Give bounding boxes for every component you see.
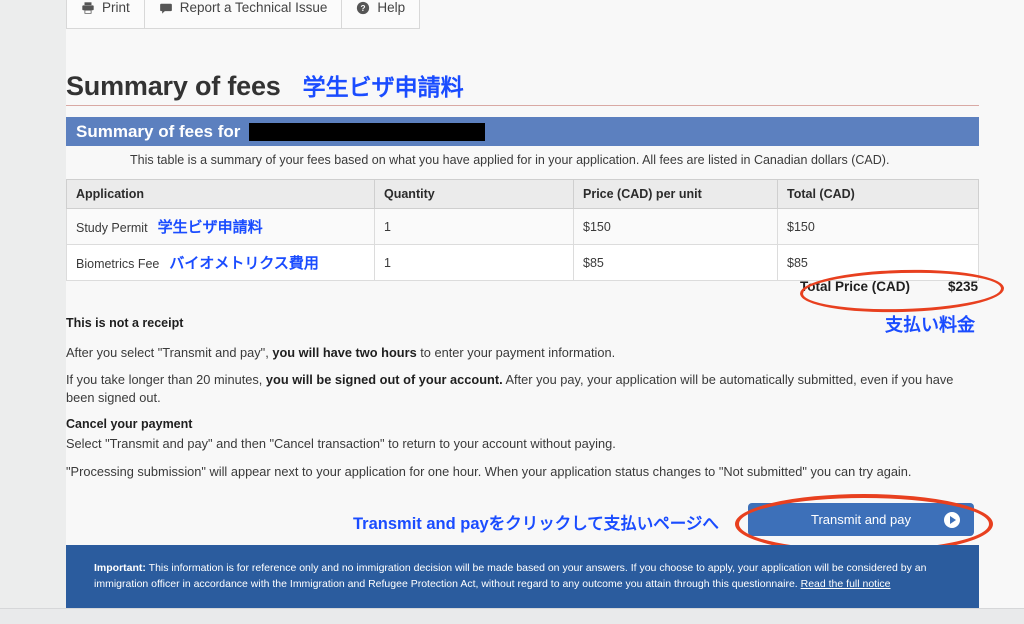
window-bottom-strip	[0, 608, 1024, 624]
cell-quantity: 1	[374, 244, 574, 281]
summary-band-title: Summary of fees for	[76, 121, 241, 141]
total-price-row: Total Price (CAD) $235	[800, 279, 978, 294]
page-title: Summary of fees	[66, 71, 281, 101]
processing-submission-text: "Processing submission" will appear next…	[66, 464, 912, 479]
transmit-and-pay-button-label: Transmit and pay	[811, 512, 911, 527]
two-hours-text-bold: you will have two hours	[272, 345, 417, 360]
application-annotation-jp: 学生ビザ申請料	[157, 219, 263, 236]
page-title-row: Summary of fees 学生ビザ申請料	[66, 68, 464, 102]
cell-price-per-unit: $85	[573, 244, 778, 281]
application-name: Study Permit	[76, 221, 148, 235]
cell-total: $150	[777, 208, 979, 245]
signed-out-text-pre: If you take longer than 20 minutes,	[66, 372, 266, 387]
fee-table-header-row: Application Quantity Price (CAD) per uni…	[66, 179, 979, 209]
important-notice-text: Important: This information is for refer…	[94, 560, 951, 592]
cancel-payment-text: Select "Transmit and pay" and then "Canc…	[66, 436, 616, 451]
play-circle-icon	[944, 511, 960, 528]
column-header-application: Application	[66, 179, 375, 209]
report-issue-button[interactable]: Report a Technical Issue	[144, 0, 343, 29]
cell-application: Biometrics Fee バイオメトリクス費用	[66, 244, 375, 281]
cell-total: $85	[777, 244, 979, 281]
two-hours-text-pre: After you select "Transmit and pay",	[66, 345, 273, 360]
transmit-and-pay-button[interactable]: Transmit and pay	[748, 503, 974, 536]
print-button[interactable]: Print	[66, 0, 145, 29]
report-issue-button-label: Report a Technical Issue	[179, 0, 328, 16]
column-header-quantity: Quantity	[374, 179, 574, 209]
fee-table: Application Quantity Price (CAD) per uni…	[66, 179, 979, 281]
signed-out-paragraph: If you take longer than 20 minutes, you …	[66, 371, 961, 407]
question-circle-icon: ?	[356, 1, 370, 15]
not-a-receipt-heading: This is not a receipt	[66, 316, 184, 330]
page-canvas: Print Report a Technical Issue ? Help Su…	[0, 0, 1024, 624]
table-row: Study Permit 学生ビザ申請料 1 $150 $150	[66, 208, 979, 245]
column-header-total: Total (CAD)	[777, 179, 979, 209]
total-price-value: $235	[948, 279, 979, 294]
important-label: Important:	[94, 562, 146, 574]
total-price-label: Total Price (CAD)	[800, 279, 911, 294]
help-button-label: Help	[377, 0, 406, 16]
signed-out-text-bold: you will be signed out of your account.	[265, 372, 503, 387]
page-left-gutter	[0, 0, 66, 608]
summary-band: Summary of fees for	[66, 117, 979, 146]
application-name: Biometrics Fee	[76, 257, 160, 271]
svg-text:?: ?	[361, 3, 366, 13]
printer-icon	[81, 1, 95, 15]
read-full-notice-link[interactable]: Read the full notice	[801, 578, 891, 590]
cell-price-per-unit: $150	[573, 208, 778, 245]
redacted-applicant-name	[249, 122, 486, 141]
column-header-price-per-unit: Price (CAD) per unit	[573, 179, 778, 209]
fee-table-intro: This table is a summary of your fees bas…	[130, 153, 890, 167]
important-notice-box: Important: This information is for refer…	[66, 545, 979, 608]
two-hours-text-post: to enter your payment information.	[416, 345, 616, 360]
table-row: Biometrics Fee バイオメトリクス費用 1 $85 $85	[66, 244, 979, 281]
title-divider	[66, 105, 979, 106]
page-toolbar: Print Report a Technical Issue ? Help	[66, 0, 421, 29]
print-button-label: Print	[102, 0, 130, 16]
speech-bubble-icon	[159, 1, 173, 15]
page-title-annotation-jp: 学生ビザ申請料	[302, 74, 464, 100]
cell-application: Study Permit 学生ビザ申請料	[66, 208, 375, 245]
application-annotation-jp: バイオメトリクス費用	[169, 255, 319, 272]
cell-quantity: 1	[374, 208, 574, 245]
help-button[interactable]: ? Help	[342, 0, 421, 29]
cancel-payment-heading: Cancel your payment	[66, 417, 193, 431]
two-hours-paragraph: After you select "Transmit and pay", you…	[66, 344, 966, 362]
transmit-annotation-jp: Transmit and payをクリックして支払いページへ	[353, 515, 719, 533]
